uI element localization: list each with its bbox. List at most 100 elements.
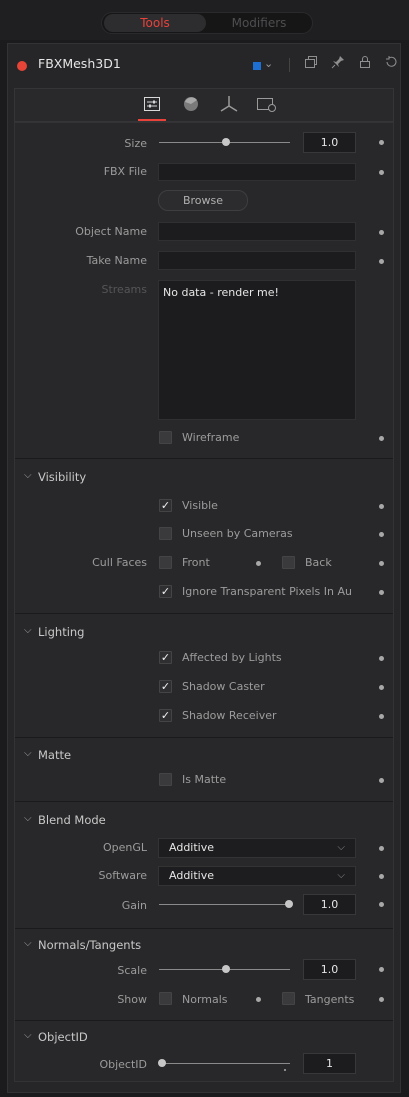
shadow-caster-label: Shadow Caster (182, 680, 265, 693)
keyframe-icon[interactable] (379, 532, 384, 537)
visible-checkbox[interactable]: ✓ (159, 499, 172, 512)
affected-by-lights-checkbox[interactable]: ✓ (159, 651, 172, 664)
slider-default-marker (284, 1069, 286, 1071)
chevron-down-icon[interactable]: ⌵ (24, 1030, 32, 1041)
chevron-down-icon[interactable]: ⌵ (24, 938, 32, 949)
keyframe-icon[interactable] (379, 967, 384, 972)
keyframe-icon[interactable] (379, 436, 384, 441)
take-name-label: Take Name (86, 254, 147, 267)
reset-icon[interactable] (384, 55, 398, 73)
inspector-tab-row (14, 88, 394, 122)
chevron-down-icon[interactable]: ⌵ (24, 470, 32, 481)
keyframe-icon[interactable] (379, 902, 384, 907)
streams-label: Streams (101, 283, 147, 296)
section-divider (15, 737, 393, 738)
unseen-by-cameras-checkbox[interactable] (159, 527, 172, 540)
object-name-field[interactable] (158, 222, 356, 241)
settings-tab-icon[interactable] (256, 95, 278, 116)
shadow-caster-checkbox[interactable]: ✓ (159, 680, 172, 693)
software-dropdown[interactable]: Additive ⌵ (158, 866, 356, 886)
active-tab-indicator (138, 119, 166, 121)
objectid-section-title[interactable]: ObjectID (38, 1030, 88, 1044)
version-icon[interactable] (304, 55, 318, 73)
gain-label: Gain (121, 899, 147, 912)
node-enable-icon[interactable] (17, 61, 27, 71)
ignore-transparent-label: Ignore Transparent Pixels In Au (182, 585, 352, 598)
size-slider-thumb[interactable] (221, 138, 230, 146)
cull-front-checkbox[interactable] (159, 556, 172, 569)
section-divider (15, 1020, 393, 1021)
keyframe-icon[interactable] (379, 846, 384, 851)
lighting-section-title[interactable]: Lighting (38, 625, 84, 639)
lock-icon[interactable] (358, 55, 372, 73)
objectid-slider[interactable] (159, 1063, 290, 1064)
matte-section-title[interactable]: Matte (38, 748, 71, 762)
keyframe-icon[interactable] (379, 259, 384, 264)
keyframe-icon[interactable] (379, 170, 384, 175)
gain-value[interactable]: 1.0 (303, 894, 356, 915)
keyframe-icon[interactable] (256, 561, 261, 566)
size-value[interactable]: 1.0 (303, 132, 356, 153)
streams-text: No data - render me! (163, 286, 279, 299)
show-tangents-checkbox[interactable] (282, 992, 295, 1005)
objectid-label: ObjectID (99, 1058, 147, 1071)
material-tab-icon[interactable] (182, 95, 200, 116)
gain-slider-thumb[interactable] (285, 900, 293, 908)
opengl-dropdown[interactable]: Additive ⌵ (158, 838, 356, 858)
streams-textarea[interactable]: No data - render me! (158, 280, 356, 420)
section-divider (15, 928, 393, 929)
shadow-receiver-checkbox[interactable]: ✓ (159, 709, 172, 722)
wireframe-checkbox[interactable] (159, 431, 172, 444)
color-swatch-icon[interactable] (253, 62, 261, 70)
controls-tab-icon[interactable] (143, 96, 161, 115)
keyframe-icon[interactable] (379, 874, 384, 879)
pin-icon[interactable] (331, 55, 345, 73)
size-label: Size (124, 137, 147, 150)
scale-value[interactable]: 1.0 (303, 959, 356, 980)
keyframe-icon[interactable] (256, 997, 261, 1002)
transform-tab-icon[interactable] (218, 94, 240, 117)
keyframe-icon[interactable] (379, 561, 384, 566)
software-dropdown-value: Additive (169, 869, 214, 882)
section-divider (15, 613, 393, 614)
chevron-down-icon: ⌵ (337, 842, 345, 853)
keyframe-icon[interactable] (379, 778, 384, 783)
chevron-down-icon[interactable]: ⌵ (24, 813, 32, 824)
unseen-by-cameras-label: Unseen by Cameras (182, 527, 293, 540)
objectid-value[interactable]: 1 (303, 1053, 356, 1074)
keyframe-icon[interactable] (379, 714, 384, 719)
ignore-transparent-checkbox[interactable]: ✓ (159, 585, 172, 598)
objectid-slider-thumb[interactable] (158, 1059, 166, 1067)
keyframe-icon[interactable] (379, 656, 384, 661)
chevron-down-icon[interactable]: ⌵ (24, 625, 32, 636)
show-tangents-label: Tangents (305, 993, 355, 1006)
cull-back-checkbox[interactable] (282, 556, 295, 569)
blend-mode-section-title[interactable]: Blend Mode (38, 813, 106, 827)
affected-by-lights-label: Affected by Lights (182, 651, 282, 664)
keyframe-icon[interactable] (379, 997, 384, 1002)
fbx-file-label: FBX File (103, 165, 147, 178)
section-divider (15, 801, 393, 802)
normals-section-title[interactable]: Normals/Tangents (38, 938, 141, 952)
is-matte-checkbox[interactable] (159, 773, 172, 786)
opengl-dropdown-value: Additive (169, 841, 214, 854)
keyframe-icon[interactable] (379, 504, 384, 509)
gain-slider[interactable] (159, 904, 290, 905)
keyframe-icon[interactable] (379, 140, 384, 145)
browse-button[interactable]: Browse (158, 190, 248, 211)
cull-front-label: Front (182, 556, 210, 569)
keyframe-icon[interactable] (379, 685, 384, 690)
keyframe-icon[interactable] (379, 230, 384, 235)
show-normals-checkbox[interactable] (159, 992, 172, 1005)
scale-slider-thumb[interactable] (221, 965, 230, 973)
tab-tools[interactable]: Tools (104, 14, 206, 32)
visibility-section-title[interactable]: Visibility (38, 470, 86, 484)
chevron-down-icon[interactable]: ⌵ (24, 748, 32, 759)
node-title: FBXMesh3D1 (38, 56, 121, 71)
take-name-field[interactable] (158, 251, 356, 270)
fbx-file-field[interactable] (158, 163, 356, 181)
divider (289, 58, 290, 72)
chevron-down-icon[interactable]: ⌄ (264, 57, 273, 70)
keyframe-icon[interactable] (379, 590, 384, 595)
tab-modifiers[interactable]: Modifiers (208, 14, 310, 32)
